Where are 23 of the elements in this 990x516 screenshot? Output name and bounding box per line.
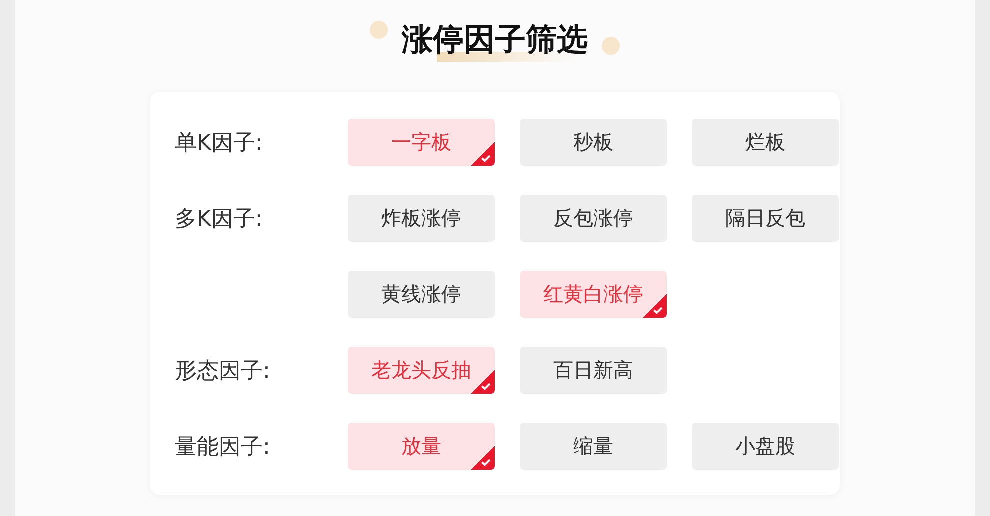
group-label: 单K因子: <box>175 130 264 158</box>
group-label: 量能因子: <box>175 434 272 462</box>
option-button[interactable]: 百日新高 <box>520 347 667 394</box>
option-button[interactable]: 隔日反包 <box>692 195 839 242</box>
option-button[interactable]: 黄线涨停 <box>348 271 495 318</box>
check-icon <box>471 446 495 470</box>
option-button[interactable]: 放量 <box>348 423 495 470</box>
option-button[interactable]: 小盘股 <box>692 423 839 470</box>
circle-icon <box>370 21 388 39</box>
check-icon <box>643 294 667 318</box>
option-button[interactable]: 老龙头反抽 <box>348 347 495 394</box>
group-label: 多K因子: <box>175 206 264 234</box>
circle-icon <box>602 37 620 55</box>
check-icon <box>471 142 495 166</box>
option-button[interactable]: 炸板涨停 <box>348 195 495 242</box>
option-button[interactable]: 一字板 <box>348 119 495 166</box>
check-icon <box>471 370 495 394</box>
option-button[interactable]: 秒板 <box>520 119 667 166</box>
option-button[interactable]: 缩量 <box>520 423 667 470</box>
option-button[interactable]: 反包涨停 <box>520 195 667 242</box>
option-button[interactable]: 烂板 <box>692 119 839 166</box>
group-label: 形态因子: <box>175 358 272 386</box>
option-button[interactable]: 红黄白涨停 <box>520 271 667 318</box>
